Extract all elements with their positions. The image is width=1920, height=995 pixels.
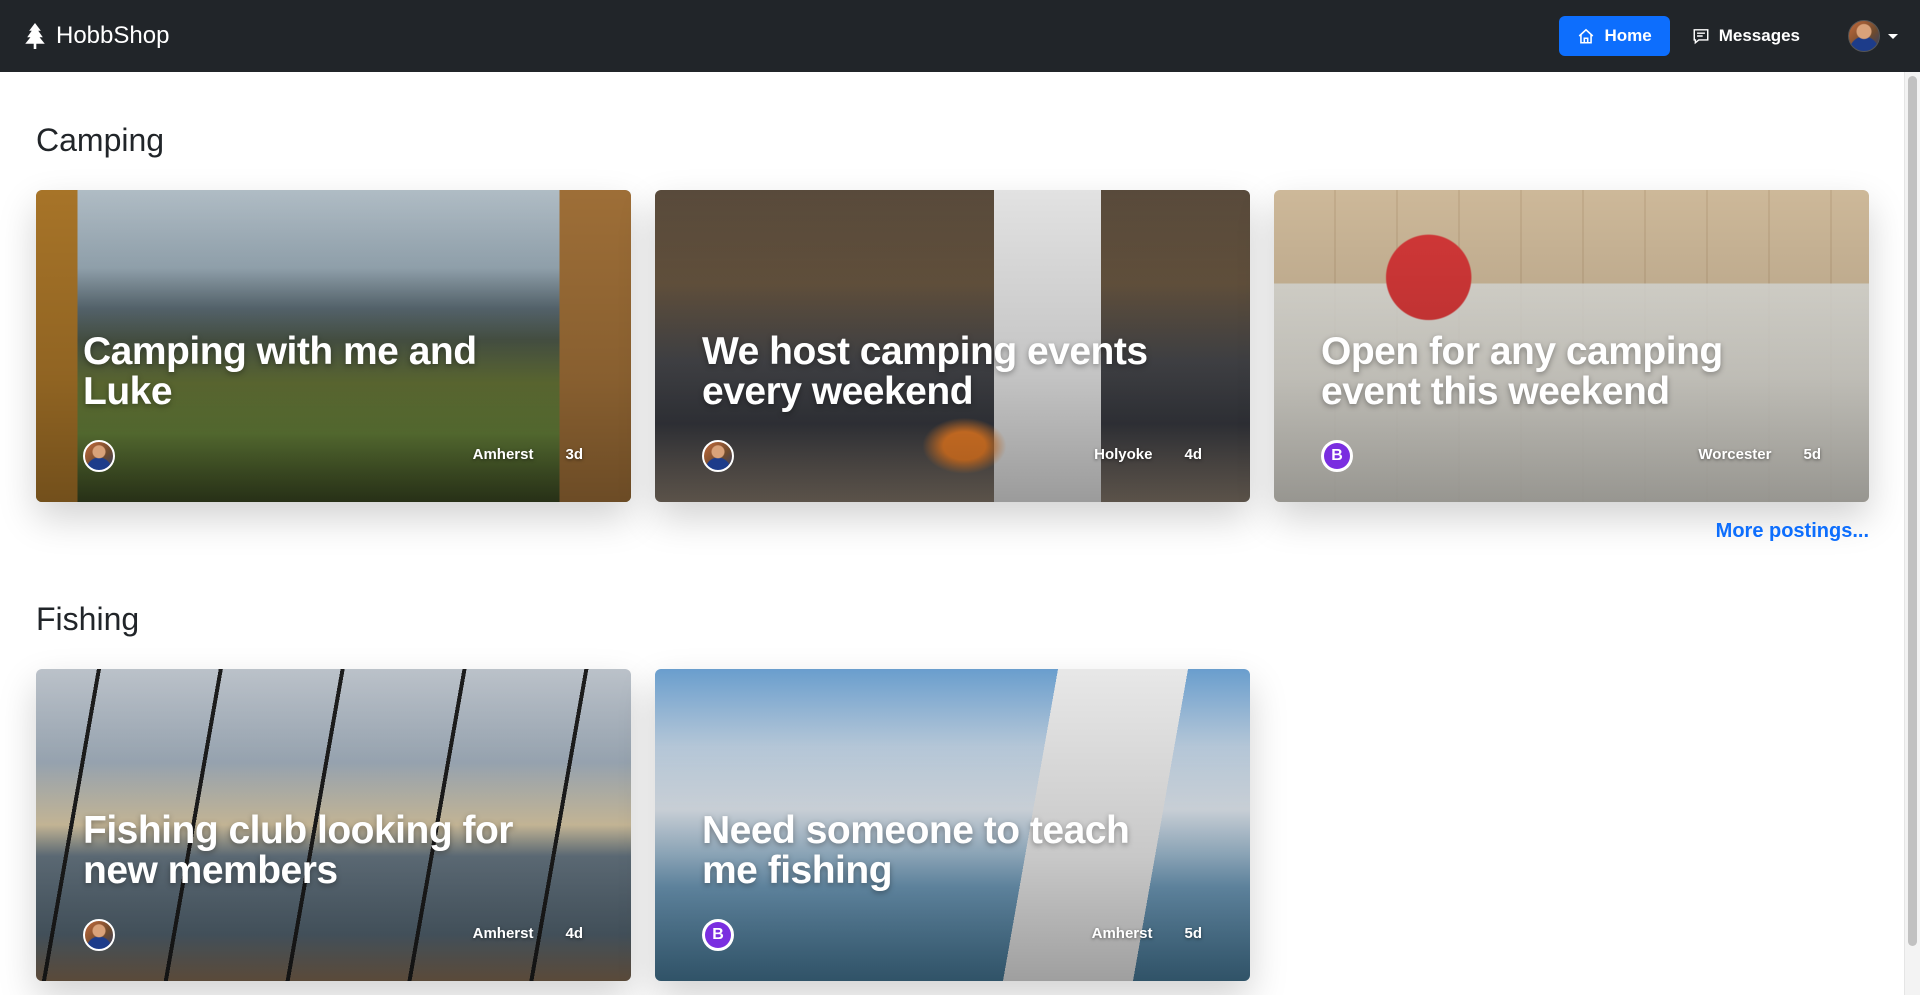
card-meta: Amherst 4d bbox=[473, 925, 583, 942]
card-title: Need someone to teach me fishing bbox=[702, 809, 1130, 892]
card-author-avatar bbox=[83, 919, 115, 951]
bootstrap-logo-icon: B bbox=[705, 922, 731, 948]
card-title: Camping with me and Luke bbox=[83, 330, 477, 413]
card-author-avatar: B bbox=[1321, 440, 1353, 472]
card-age: 4d bbox=[565, 925, 583, 942]
card-age: 4d bbox=[1184, 446, 1202, 463]
bootstrap-logo-icon: B bbox=[1324, 443, 1350, 469]
posting-card[interactable]: Need someone to teach me fishing B Amher… bbox=[655, 669, 1250, 981]
home-label: Home bbox=[1604, 26, 1652, 45]
brand-name: HobbShop bbox=[56, 22, 170, 49]
card-meta: Amherst 3d bbox=[473, 446, 583, 463]
card-author-avatar bbox=[702, 440, 734, 472]
card-location: Amherst bbox=[472, 446, 534, 463]
card-location: Amherst bbox=[1091, 925, 1153, 942]
nav-actions: Home Messages bbox=[1559, 0, 1898, 72]
card-title: Open for any camping event this weekend bbox=[1321, 330, 1723, 413]
chat-icon bbox=[1693, 29, 1709, 45]
tree-icon bbox=[25, 23, 45, 49]
posting-card[interactable]: We host camping events every weekend Hol… bbox=[655, 190, 1250, 502]
posting-card[interactable]: Fishing club looking for new members Amh… bbox=[36, 669, 631, 981]
card-location: Amherst bbox=[472, 925, 534, 942]
card-author-avatar bbox=[83, 440, 115, 472]
card-age: 3d bbox=[565, 446, 583, 463]
messages-button[interactable]: Messages bbox=[1674, 16, 1818, 56]
more-postings-link[interactable]: More postings... bbox=[1716, 520, 1869, 543]
section-title-camping: Camping bbox=[36, 122, 165, 158]
scrollbar-thumb[interactable] bbox=[1908, 76, 1917, 946]
posting-card[interactable]: Camping with me and Luke Amherst 3d bbox=[36, 190, 631, 502]
home-icon bbox=[1579, 28, 1594, 44]
card-meta: Worcester 5d bbox=[1698, 446, 1821, 463]
card-title: Fishing club looking for new members bbox=[83, 809, 513, 892]
card-title: We host camping events every weekend bbox=[702, 330, 1148, 413]
messages-label: Messages bbox=[1718, 26, 1800, 45]
section-title-fishing: Fishing bbox=[36, 601, 140, 637]
posting-card[interactable]: Open for any camping event this weekend … bbox=[1274, 190, 1869, 502]
caret-down-icon bbox=[1888, 33, 1898, 39]
brand-link[interactable]: HobbShop bbox=[24, 0, 169, 72]
card-author-avatar: B bbox=[702, 919, 734, 951]
card-age: 5d bbox=[1803, 446, 1821, 463]
card-location: Worcester bbox=[1698, 446, 1772, 463]
card-meta: Amherst 5d bbox=[1092, 925, 1202, 942]
page-scrollbar[interactable] bbox=[1904, 72, 1920, 995]
card-location: Holyoke bbox=[1094, 446, 1153, 463]
card-meta: Holyoke 4d bbox=[1094, 446, 1202, 463]
navbar: HobbShop Home Messages bbox=[0, 0, 1920, 72]
user-avatar bbox=[1848, 20, 1880, 52]
user-menu-toggle[interactable] bbox=[1848, 20, 1898, 52]
card-age: 5d bbox=[1184, 925, 1202, 942]
home-button[interactable]: Home bbox=[1559, 16, 1670, 56]
